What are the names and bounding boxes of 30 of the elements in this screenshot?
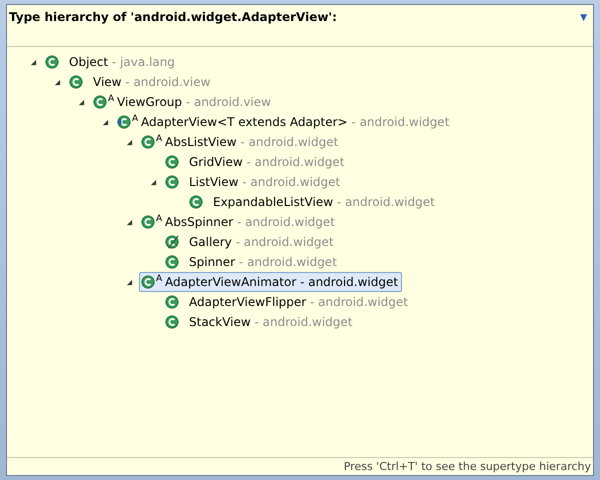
collapse-triangle-icon[interactable] xyxy=(126,278,132,286)
tree-item[interactable]: ExpandableListView - android.widget xyxy=(187,192,439,212)
collapse-triangle-icon[interactable] xyxy=(54,78,60,86)
collapse-triangle-icon[interactable] xyxy=(78,98,84,106)
tree-item[interactable]: View - android.view xyxy=(67,72,214,92)
tree-item[interactable]: Spinner - android.widget xyxy=(163,252,341,272)
collapse-triangle-icon[interactable] xyxy=(126,218,132,226)
abstract-mark: A xyxy=(132,115,138,124)
popup-title: Type hierarchy of 'android.widget.AdapterView': xyxy=(9,10,337,24)
tree-item[interactable]: ListView - android.widget xyxy=(163,172,344,192)
tree-item[interactable]: Gallery - android.widget xyxy=(163,232,338,252)
tree-item[interactable]: StackView - android.widget xyxy=(163,312,356,332)
tree-item[interactable]: $^{A}$ AdapterViewAnimator - android.widget xyxy=(139,272,402,292)
tree-item[interactable]: AdapterViewFlipper - android.widget xyxy=(163,292,412,312)
status-hint: Press 'Ctrl+T' to see the supertype hierarchy xyxy=(344,460,591,473)
abstract-mark: A xyxy=(108,95,114,104)
tree-item[interactable]: $^{A}$ AdapterView<T extends Adapter> - android.widget xyxy=(115,112,454,132)
collapse-triangle-icon[interactable] xyxy=(126,138,132,146)
tree-item[interactable]: GridView - android.widget xyxy=(163,152,348,172)
tree-item[interactable]: $^{A}$ AbsListView - android.widget xyxy=(139,132,342,152)
abstract-mark: A xyxy=(156,135,162,144)
tree-item[interactable]: Object - java.lang xyxy=(43,52,179,72)
abstract-mark: A xyxy=(156,275,162,284)
view-menu-button[interactable]: ▼ xyxy=(580,13,587,23)
collapse-triangle-icon[interactable] xyxy=(102,118,108,126)
abstract-mark: A xyxy=(156,215,162,224)
collapse-triangle-icon[interactable] xyxy=(150,178,156,186)
collapse-triangle-icon[interactable] xyxy=(30,58,36,66)
tree-item[interactable]: $^{A}$ AbsSpinner - android.widget xyxy=(139,212,339,232)
tree-item[interactable]: $^{A}$ ViewGroup - android.view xyxy=(91,92,275,112)
